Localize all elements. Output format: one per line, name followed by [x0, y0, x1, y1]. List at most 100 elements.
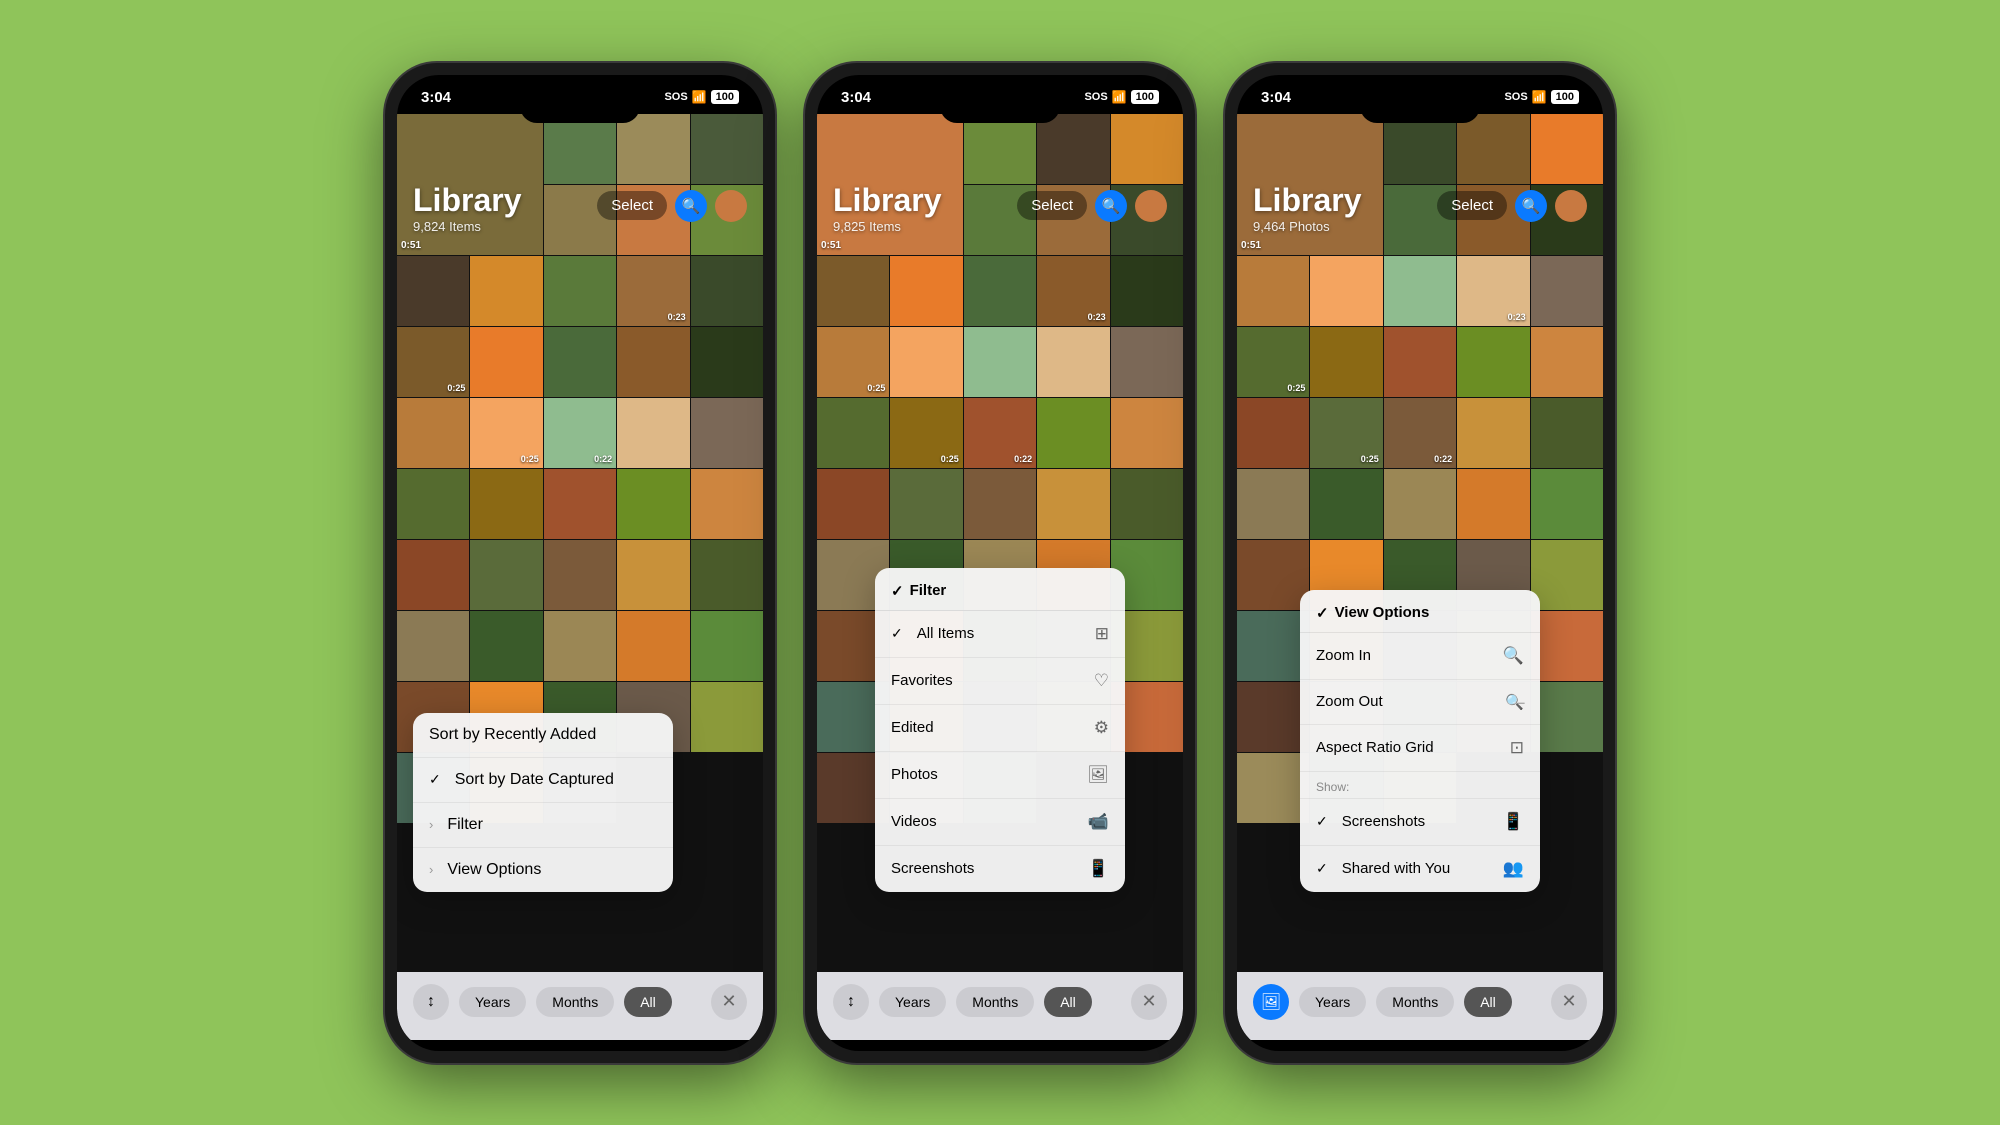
photo-content-1: 0:510:230:250:250:22 Library 9,824 Items… — [397, 114, 763, 972]
library-title-1: Library — [413, 182, 521, 219]
select-button-1[interactable]: Select — [597, 191, 667, 220]
item-count-2: 9,825 Items — [833, 219, 941, 234]
photo-icon: 🖼 — [1087, 765, 1109, 785]
dynamic-island-2 — [940, 89, 1060, 123]
screenshots-label-view: Screenshots — [1342, 813, 1425, 830]
header-1: Library 9,824 Items Select 🔍 — [397, 174, 763, 242]
screenshots-row: ✓ Screenshots — [1316, 813, 1425, 830]
close-button-2[interactable]: ✕ — [1131, 984, 1167, 1020]
filter-header: ✓ Filter — [875, 568, 1125, 611]
screenshot-icon-view: 📱 — [1503, 812, 1524, 832]
all-items-row: ✓ All Items — [891, 625, 974, 642]
header-text-2: Library 9,825 Items — [833, 182, 941, 234]
shared-row: ✓ Shared with You — [1316, 860, 1450, 877]
filter-popup: ✓ Filter ✓ All Items ⊞ Favorites ♡ Edite… — [875, 568, 1125, 892]
months-tab-3[interactable]: Months — [1376, 987, 1454, 1017]
aspect-ratio-icon: ⊡ — [1510, 738, 1524, 758]
header-buttons-2: Select 🔍 — [1017, 190, 1167, 222]
favorites-item[interactable]: Favorites ♡ — [875, 658, 1125, 705]
years-tab-1[interactable]: Years — [459, 987, 526, 1017]
video-icon: 📹 — [1088, 812, 1109, 832]
show-section: Show: — [1300, 772, 1540, 799]
view-options-item[interactable]: › View Options — [413, 848, 673, 892]
edited-item[interactable]: Edited ⚙ — [875, 705, 1125, 752]
all-tab-3[interactable]: All — [1464, 987, 1512, 1017]
header-buttons-1: Select 🔍 — [597, 190, 747, 222]
wifi-icon-2: 📶 — [1112, 90, 1127, 104]
battery-icon-2: 100 — [1131, 90, 1159, 104]
status-icons-3: SOS 📶 100 — [1504, 90, 1579, 104]
select-button-2[interactable]: Select — [1017, 191, 1087, 220]
library-title-3: Library — [1253, 182, 1361, 219]
phone-screen-2: 3:04 SOS 📶 100 0:510:230:250:250:22 Libr… — [817, 75, 1183, 1051]
screenshots-item-view[interactable]: ✓ Screenshots 📱 — [1300, 799, 1540, 846]
header-2: Library 9,825 Items Select 🔍 — [817, 174, 1183, 242]
bottom-bar-3: 🖼 Years Months All ✕ — [1237, 972, 1603, 1040]
select-button-3[interactable]: Select — [1437, 191, 1507, 220]
zoom-out-icon: 🔍－ — [1505, 693, 1524, 711]
photos-item[interactable]: Photos 🖼 — [875, 752, 1125, 799]
sort-date-label: Sort by Date Captured — [455, 771, 614, 789]
dynamic-island-3 — [1360, 89, 1480, 123]
sos-label-3: SOS — [1504, 91, 1527, 103]
avatar-2[interactable] — [1135, 190, 1167, 222]
zoom-out-item[interactable]: Zoom Out 🔍－ — [1300, 680, 1540, 725]
avatar-1[interactable] — [715, 190, 747, 222]
close-button-3[interactable]: ✕ — [1551, 984, 1587, 1020]
years-tab-2[interactable]: Years — [879, 987, 946, 1017]
wifi-icon-3: 📶 — [1532, 90, 1547, 104]
time-1: 3:04 — [421, 89, 451, 106]
shared-item[interactable]: ✓ Shared with You 👥 — [1300, 846, 1540, 892]
sliders-icon: ⚙ — [1094, 718, 1109, 738]
phone-1: 3:04 SOS 📶 100 0:510:230:250:250:22 Libr… — [385, 63, 775, 1063]
check-date: ✓ — [429, 771, 441, 788]
screenshots-item-filter[interactable]: Screenshots 📱 — [875, 846, 1125, 892]
months-tab-1[interactable]: Months — [536, 987, 614, 1017]
status-icons-1: SOS 📶 100 — [664, 90, 739, 104]
phone-screen-3: 3:04 SOS 📶 100 0:510:230:250:250:22 Libr… — [1237, 75, 1603, 1051]
time-2: 3:04 — [841, 89, 871, 106]
screenshots-label-filter: Screenshots — [891, 860, 974, 877]
sort-icon-2[interactable]: ↕ — [833, 984, 869, 1020]
filter-item[interactable]: › Filter — [413, 803, 673, 848]
home-indicator-2 — [940, 1040, 1060, 1045]
edited-label: Edited — [891, 719, 934, 736]
all-tab-1[interactable]: All — [624, 987, 672, 1017]
view-check-icon: ✓ — [1316, 604, 1329, 622]
photos-label: Photos — [891, 766, 938, 783]
filter-title: Filter — [910, 582, 947, 599]
header-buttons-3: Select 🔍 — [1437, 190, 1587, 222]
aspect-ratio-item[interactable]: Aspect Ratio Grid ⊡ — [1300, 725, 1540, 772]
all-tab-2[interactable]: All — [1044, 987, 1092, 1017]
videos-item[interactable]: Videos 📹 — [875, 799, 1125, 846]
years-tab-3[interactable]: Years — [1299, 987, 1366, 1017]
close-button-1[interactable]: ✕ — [711, 984, 747, 1020]
view-options-title: View Options — [1335, 604, 1430, 621]
search-button-2[interactable]: 🔍 — [1095, 190, 1127, 222]
screenshots-check: ✓ — [1316, 813, 1328, 830]
sort-recently-label: Sort by Recently Added — [429, 726, 596, 744]
sort-icon-1[interactable]: ↕ — [413, 984, 449, 1020]
bottom-bar-1: ↕ Years Months All ✕ — [397, 972, 763, 1040]
sort-date-captured[interactable]: ✓ Sort by Date Captured — [413, 758, 673, 803]
phone-3: 3:04 SOS 📶 100 0:510:230:250:250:22 Libr… — [1225, 63, 1615, 1063]
zoom-out-label: Zoom Out — [1316, 693, 1383, 710]
months-tab-2[interactable]: Months — [956, 987, 1034, 1017]
search-button-3[interactable]: 🔍 — [1515, 190, 1547, 222]
zoom-in-item[interactable]: Zoom In 🔍 — [1300, 633, 1540, 680]
filter-check-icon: ✓ — [891, 582, 904, 600]
search-button-1[interactable]: 🔍 — [675, 190, 707, 222]
item-count-1: 9,824 Items — [413, 219, 521, 234]
show-label: Show: — [1316, 780, 1349, 794]
avatar-3[interactable] — [1555, 190, 1587, 222]
arrow-filter: › — [429, 817, 433, 832]
heart-icon: ♡ — [1094, 671, 1109, 691]
all-items-check: ✓ — [891, 625, 903, 642]
phone-screen-1: 3:04 SOS 📶 100 0:510:230:250:250:22 Libr… — [397, 75, 763, 1051]
grid-view-button[interactable]: 🖼 — [1253, 984, 1289, 1020]
sort-recently-added[interactable]: Sort by Recently Added — [413, 713, 673, 758]
zoom-in-icon: 🔍 — [1503, 646, 1524, 666]
videos-label: Videos — [891, 813, 937, 830]
shared-icon: 👥 — [1503, 859, 1524, 879]
all-items-item[interactable]: ✓ All Items ⊞ — [875, 611, 1125, 658]
